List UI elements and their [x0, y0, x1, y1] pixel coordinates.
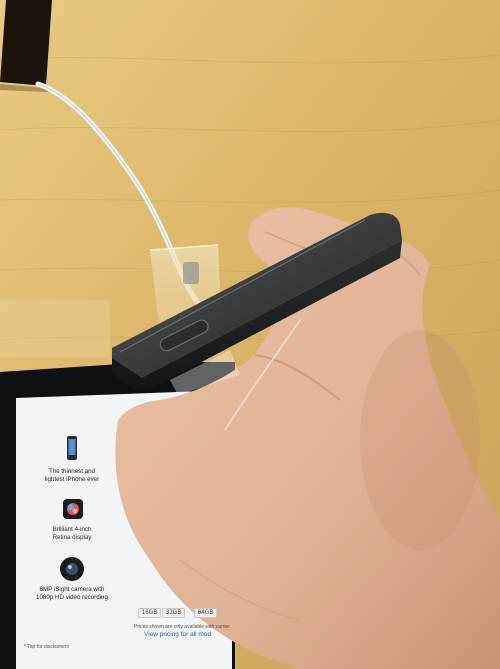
- capacity-16gb[interactable]: 16GB: [138, 608, 162, 618]
- feature-thin-light: The thinnest and lightest iPhone ever: [32, 468, 112, 483]
- feature-line: Retina display: [52, 533, 92, 541]
- feature-line: lightest iPhone ever: [44, 475, 100, 483]
- feature-retina: Brilliant 4-inch Retina display: [32, 526, 112, 541]
- view-pricing-link[interactable]: View pricing for all mod: [144, 631, 211, 638]
- disclaimer-footnote[interactable]: * Tap for disclaimers: [24, 644, 69, 650]
- phone-icon: [67, 436, 77, 460]
- retina-display-icon: [63, 499, 83, 519]
- pricing-note: Prices shown are only available with car…: [134, 624, 230, 630]
- feature-line: Brilliant 4-inch: [52, 526, 92, 533]
- feature-line: 1080p HD video recording: [36, 593, 108, 601]
- feature-line: 8MP iSight camera with: [39, 586, 105, 593]
- capacity-32gb[interactable]: 32GB: [162, 608, 186, 618]
- photo-scene: The thinnest and lightest iPhone ever Br…: [0, 0, 500, 669]
- camera-icon: [60, 557, 84, 581]
- ipad-screen: The thinnest and lightest iPhone ever Br…: [22, 400, 232, 660]
- feature-camera: 8MP iSight camera with 1080p HD video re…: [26, 586, 118, 601]
- feature-line: The thinnest and: [48, 468, 96, 475]
- capacity-64gb[interactable]: 64GB: [194, 608, 218, 618]
